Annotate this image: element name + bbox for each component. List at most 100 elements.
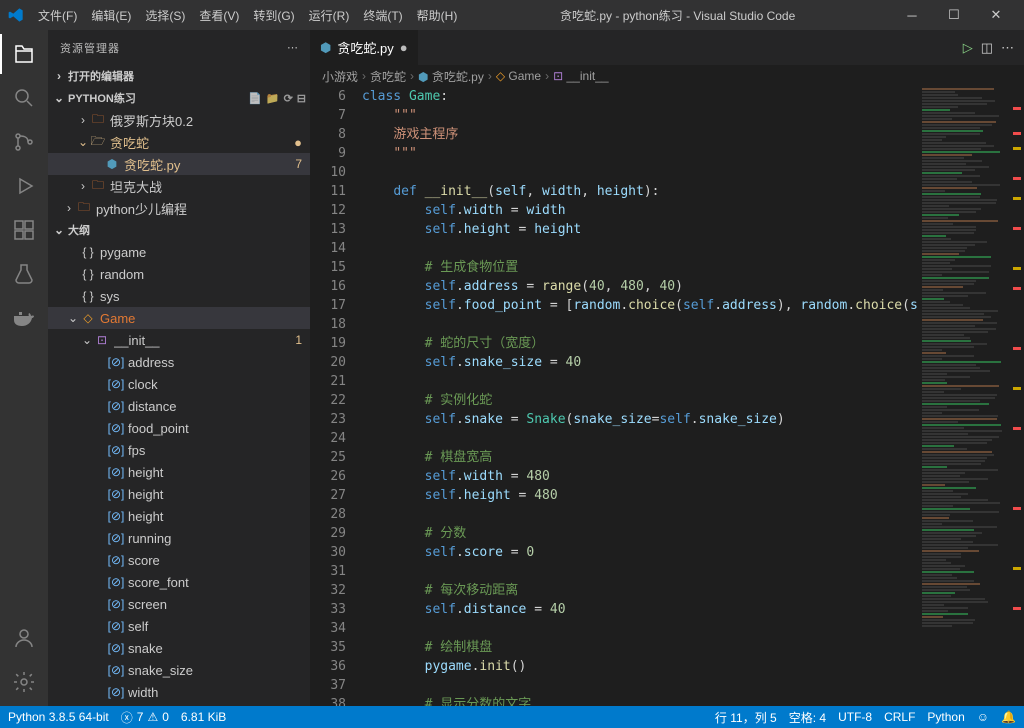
new-folder-icon[interactable]: 📁 — [266, 92, 280, 105]
chevron-right-icon: › — [52, 69, 66, 83]
scroll-strip[interactable] — [1010, 87, 1024, 706]
field-icon: [⊘] — [108, 442, 124, 458]
method-icon: ⊡ — [553, 69, 563, 83]
tree-item[interactable]: ›🗀坦克大战 — [48, 175, 310, 197]
outline-label: Game — [100, 311, 310, 326]
tree-item[interactable]: ›🗀python少儿编程 — [48, 197, 310, 219]
class-icon: ◇ — [80, 310, 96, 326]
status-problems[interactable]: ⓧ7 ⚠0 — [121, 709, 169, 726]
outline-label: height — [128, 509, 310, 524]
menu-item[interactable]: 查看(V) — [193, 3, 245, 28]
status-encoding[interactable]: UTF-8 — [838, 710, 872, 724]
settings-icon[interactable] — [0, 662, 48, 702]
minimap[interactable] — [918, 87, 1010, 706]
file-tree: ›🗀俄罗斯方块0.2⌄🗁贪吃蛇●⬢贪吃蛇.py7›🗀坦克大战›🗀python少儿… — [48, 109, 310, 219]
tab-file[interactable]: ⬢ 贪吃蛇.py ● — [310, 30, 419, 65]
outline-item[interactable]: [⊘]self — [48, 615, 310, 637]
status-python[interactable]: Python 3.8.5 64-bit — [8, 710, 109, 724]
status-eol[interactable]: CRLF — [884, 710, 915, 724]
chevron-down-icon: ⌄ — [52, 91, 66, 105]
breadcrumb-item[interactable]: ◇ Game — [496, 69, 541, 83]
chevron-down-icon: ⌄ — [52, 223, 66, 237]
outline-label: fps — [128, 443, 310, 458]
outline-item[interactable]: [⊘]address — [48, 351, 310, 373]
outline-item[interactable]: [⊘]snake_size — [48, 659, 310, 681]
field-icon: [⊘] — [108, 464, 124, 480]
menu-item[interactable]: 选择(S) — [139, 3, 191, 28]
source-control-icon[interactable] — [0, 122, 48, 162]
collapse-icon[interactable]: ⊟ — [297, 92, 306, 105]
new-file-icon[interactable]: 📄 — [248, 92, 262, 105]
code-editor[interactable]: class Game: """ 游戏主程序 """ def __init__(s… — [362, 87, 918, 706]
tree-item[interactable]: ⌄🗁贪吃蛇● — [48, 131, 310, 153]
outline-item[interactable]: [⊘]food_point — [48, 417, 310, 439]
breadcrumb-item[interactable]: ⬢ 贪吃蛇.py — [418, 68, 484, 85]
breadcrumb-item[interactable]: ⊡ __init__ — [553, 69, 608, 83]
outline-section[interactable]: ⌄ 大纲 — [48, 219, 310, 241]
field-icon: [⊘] — [108, 684, 124, 700]
tree-label: 贪吃蛇 — [110, 133, 294, 152]
explorer-icon[interactable] — [0, 34, 48, 74]
status-lang[interactable]: Python — [927, 710, 964, 724]
outline-item[interactable]: { }random — [48, 263, 310, 285]
outline-item[interactable]: [⊘]height — [48, 461, 310, 483]
tree-item[interactable]: ›🗀俄罗斯方块0.2 — [48, 109, 310, 131]
outline-item[interactable]: [⊘]score — [48, 549, 310, 571]
split-editor-icon[interactable]: ◫ — [981, 40, 993, 56]
menu-item[interactable]: 终端(T) — [357, 3, 408, 28]
run-icon[interactable]: ▷ — [963, 40, 973, 56]
outline-item[interactable]: [⊘]height — [48, 505, 310, 527]
outline-item[interactable]: [⊘]height — [48, 483, 310, 505]
menu-item[interactable]: 编辑(E) — [85, 3, 137, 28]
outline-item[interactable]: { }pygame — [48, 241, 310, 263]
class-icon: ◇ — [496, 69, 505, 83]
tree-item[interactable]: ⬢贪吃蛇.py7 — [48, 153, 310, 175]
status-cursor[interactable]: 行 11，列 5 — [715, 709, 777, 726]
account-icon[interactable] — [0, 618, 48, 658]
outline-item[interactable]: [⊘]running — [48, 527, 310, 549]
outline-item[interactable]: [⊘]snake — [48, 637, 310, 659]
tree-label: python少儿编程 — [96, 199, 310, 218]
python-file-icon: ⬢ — [418, 70, 428, 84]
close-button[interactable]: ✕ — [976, 1, 1016, 29]
outline-item[interactable]: [⊘]distance — [48, 395, 310, 417]
breadcrumbs[interactable]: 小游戏›贪吃蛇›⬢ 贪吃蛇.py›◇ Game›⊡ __init__ — [310, 65, 1024, 87]
outline-item[interactable]: ⌄◇ Game — [48, 307, 310, 329]
chevron-icon: ⌄ — [66, 311, 80, 325]
outline-label: snake_size — [128, 663, 310, 678]
search-icon[interactable] — [0, 78, 48, 118]
docker-icon[interactable] — [0, 298, 48, 338]
status-size[interactable]: 6.81 KiB — [181, 710, 226, 724]
open-editors-section[interactable]: › 打开的编辑器 — [48, 65, 310, 87]
testing-icon[interactable] — [0, 254, 48, 294]
error-icon: ⓧ — [121, 709, 133, 726]
titlebar: 文件(F)编辑(E)选择(S)查看(V)转到(G)运行(R)终端(T)帮助(H)… — [0, 0, 1024, 30]
breadcrumb-item[interactable]: 小游戏 — [322, 68, 358, 85]
menu-item[interactable]: 转到(G) — [247, 3, 300, 28]
outline-item[interactable]: [⊘] width — [48, 681, 310, 703]
status-spaces[interactable]: 空格: 4 — [789, 709, 826, 726]
outline-label: width — [128, 685, 310, 700]
breadcrumb-item[interactable]: 贪吃蛇 — [370, 68, 406, 85]
menu-item[interactable]: 文件(F) — [32, 3, 83, 28]
outline-item[interactable]: ⌄⊡__init__1 — [48, 329, 310, 351]
statusbar: Python 3.8.5 64-bit ⓧ7 ⚠0 6.81 KiB 行 11，… — [0, 706, 1024, 728]
tab-dirty-icon[interactable]: ● — [400, 40, 408, 55]
outline-item[interactable]: { }sys — [48, 285, 310, 307]
feedback-icon[interactable]: ☺ — [977, 710, 989, 724]
outline-item[interactable]: [⊘] fps — [48, 439, 310, 461]
outline-item[interactable]: [⊘]screen — [48, 593, 310, 615]
maximize-button[interactable]: ☐ — [934, 1, 974, 29]
outline-item[interactable]: [⊘]clock — [48, 373, 310, 395]
more-actions-icon[interactable]: ⋯ — [1001, 40, 1014, 56]
menu-item[interactable]: 帮助(H) — [411, 3, 464, 28]
extensions-icon[interactable] — [0, 210, 48, 250]
minimize-button[interactable]: ─ — [892, 1, 932, 29]
notifications-icon[interactable]: 🔔 — [1001, 710, 1016, 724]
menu-item[interactable]: 运行(R) — [303, 3, 356, 28]
workspace-section[interactable]: ⌄ PYTHON练习 📄 📁 ⟳ ⊟ — [48, 87, 310, 109]
outline-item[interactable]: [⊘]score_font — [48, 571, 310, 593]
more-icon[interactable]: ⋯ — [287, 41, 298, 54]
refresh-icon[interactable]: ⟳ — [284, 92, 293, 105]
debug-icon[interactable] — [0, 166, 48, 206]
